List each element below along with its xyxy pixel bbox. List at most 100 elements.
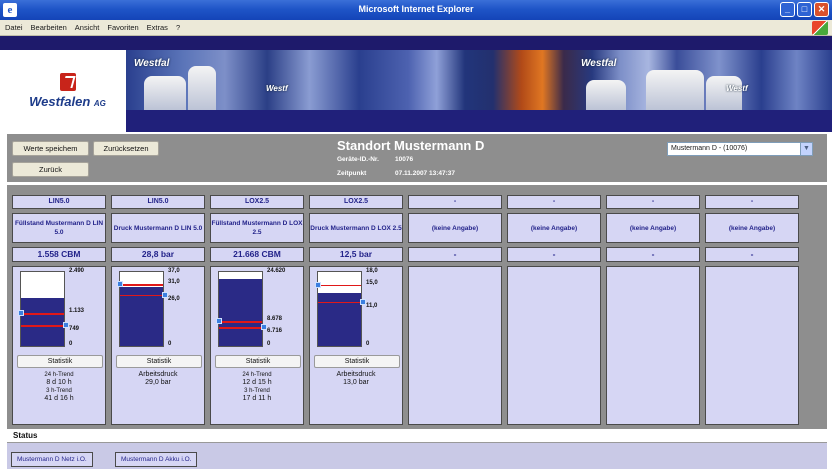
sensor-name: (keine Angabe)	[606, 213, 700, 243]
station-select[interactable]: Mustermann D - (10076) ▼	[667, 142, 813, 156]
sensor-name: (keine Angabe)	[408, 213, 502, 243]
product-label: LIN5.0	[12, 195, 106, 209]
sensor-name: Füllstand Mustermann D LIN 5.0	[12, 213, 106, 243]
menu-help[interactable]: ?	[176, 23, 180, 32]
save-values-button[interactable]: Werte speichem	[12, 141, 89, 156]
product-label: -	[408, 195, 502, 209]
product-label: LOX2.5	[210, 195, 304, 209]
maximize-icon[interactable]: □	[797, 2, 812, 17]
logo-brand: Westfalen	[29, 94, 91, 109]
device-id-label: Geräte-ID.-Nr.	[337, 156, 379, 163]
statistic-button[interactable]: Statistik	[314, 355, 400, 368]
station-select-value: Mustermann D - (10076)	[671, 145, 748, 152]
stat-text: 8 d 10 h	[46, 379, 72, 386]
sensor-name-text: Füllstand Mustermann D LOX 2.5	[211, 220, 303, 236]
threshold-marker-icon[interactable]	[117, 281, 123, 288]
gauge-panel	[507, 266, 601, 425]
sensor-name-text: Druck Mustermann D LOX 2.5	[310, 224, 402, 232]
gauge-panel	[705, 266, 799, 425]
upper-threshold-line	[120, 284, 163, 286]
banner-photo-strip: Westfal Westf Westfal Westf	[126, 50, 832, 110]
threshold-marker-icon[interactable]	[216, 318, 222, 325]
nav-strip	[0, 36, 832, 50]
product-label: LOX2.5	[309, 195, 403, 209]
window-controls: _ □ ✕	[780, 2, 829, 17]
gauge-upper-label: 1.133	[69, 308, 85, 315]
sensor-name-text: (keine Angabe)	[530, 224, 578, 232]
status-bar: Mustermann D Netz i.O. Mustermann D Akku…	[7, 442, 827, 469]
minimize-icon[interactable]: _	[780, 2, 795, 17]
device-id-value: 10076	[395, 156, 414, 163]
statistic-button[interactable]: Statistik	[116, 355, 202, 368]
window-titlebar: e Microsoft Internet Explorer _ □ ✕	[0, 0, 832, 20]
gauge-upper-label: 15,0	[366, 279, 378, 286]
stat-text: 41 d 16 h	[44, 395, 74, 402]
menu-file[interactable]: Datei	[5, 23, 23, 32]
stat-text: 12 d 15 h	[242, 379, 272, 386]
sensor-column: - (keine Angabe) -	[406, 185, 502, 429]
level-gauge	[117, 271, 168, 347]
gauge-panel: 2.490 1.133 749 0 Statistik 24 h-Trend 8 d 10 …	[12, 266, 106, 425]
sensor-name: Füllstand Mustermann D LOX 2.5	[210, 213, 304, 243]
gauge-upper-label: 8.678	[267, 316, 283, 323]
statistic-button[interactable]: Statistik	[215, 355, 301, 368]
sensor-value: 28,8 bar	[111, 247, 205, 262]
sensor-column: LIN5.0 Füllstand Mustermann D LIN 5.0 1.55…	[10, 185, 106, 429]
window-title: Microsoft Internet Explorer	[358, 4, 474, 14]
stat-text: 3 h-Trend	[46, 388, 72, 394]
sensor-column: - (keine Angabe) -	[703, 185, 799, 429]
sensor-name-text: Füllstand Mustermann D LIN 5.0	[14, 220, 104, 236]
tank-image	[144, 76, 186, 110]
product-label: -	[705, 195, 799, 209]
back-button[interactable]: Zurück	[12, 162, 89, 177]
gauge-fill	[219, 279, 262, 346]
close-icon[interactable]: ✕	[814, 2, 829, 17]
westfalen-logo-icon	[59, 73, 76, 91]
product-label: LIN5.0	[111, 195, 205, 209]
upper-threshold-line	[21, 313, 64, 315]
page-title: Standort Mustermann D	[337, 138, 485, 153]
menu-edit[interactable]: Bearbeiten	[31, 23, 67, 32]
windows-flag-icon	[812, 21, 828, 35]
tank-image	[646, 70, 704, 110]
banner-photo-logo: Westf	[266, 84, 288, 93]
stat-text: 24 h-Trend	[44, 372, 74, 378]
chevron-down-icon[interactable]: ▼	[800, 143, 812, 155]
upper-threshold-line	[219, 321, 262, 323]
status-chip-battery: Mustermann D Akku i.O.	[115, 452, 198, 467]
threshold-marker-icon[interactable]	[18, 310, 24, 317]
sensor-name: (keine Angabe)	[507, 213, 601, 243]
sensor-name-text: (keine Angabe)	[629, 224, 677, 232]
gauge-min-label: 0	[168, 341, 172, 347]
statistic-button[interactable]: Statistik	[17, 355, 103, 368]
menu-view[interactable]: Ansicht	[75, 23, 100, 32]
stat-text: 29,0 bar	[145, 379, 171, 386]
reset-button[interactable]: Zurücksetzen	[93, 141, 159, 156]
product-label: -	[606, 195, 700, 209]
banner-band	[126, 110, 832, 132]
stat-text: 3 h-Trend	[244, 388, 270, 394]
sensor-value: 12,5 bar	[309, 247, 403, 262]
stat-text: 13,0 bar	[343, 379, 369, 386]
stat-text: 24 h-Trend	[242, 372, 272, 378]
gauge-panel: 18,0 15,0 11,0 0 Statistik Arbeitsdruck 13,0 b…	[309, 266, 403, 425]
status-chip-network: Mustermann D Netz i.O.	[11, 452, 93, 467]
sensor-column: LIN5.0 Druck Mustermann D LIN 5.0 28,8 bar…	[109, 185, 205, 429]
menu-favorites[interactable]: Favoriten	[107, 23, 138, 32]
menu-tools[interactable]: Extras	[147, 23, 168, 32]
threshold-marker-icon[interactable]	[315, 281, 321, 288]
stat-text: Arbeitsdruck	[336, 371, 376, 378]
banner-photo-logo: Westf	[726, 84, 748, 93]
product-label: -	[507, 195, 601, 209]
lower-threshold-line	[318, 301, 361, 304]
menu-bar: Datei Bearbeiten Ansicht Favoriten Extra…	[0, 20, 832, 36]
sensor-value: 1.558 CBM	[12, 247, 106, 262]
level-gauge	[18, 271, 69, 347]
sensor-name: (keine Angabe)	[705, 213, 799, 243]
tank-image	[586, 80, 626, 110]
lower-threshold-line	[219, 327, 262, 329]
tank-image	[188, 66, 216, 110]
sensor-value: -	[507, 247, 601, 262]
gauge-min-label: 0	[69, 341, 73, 347]
stat-text: 17 d 11 h	[242, 395, 272, 402]
